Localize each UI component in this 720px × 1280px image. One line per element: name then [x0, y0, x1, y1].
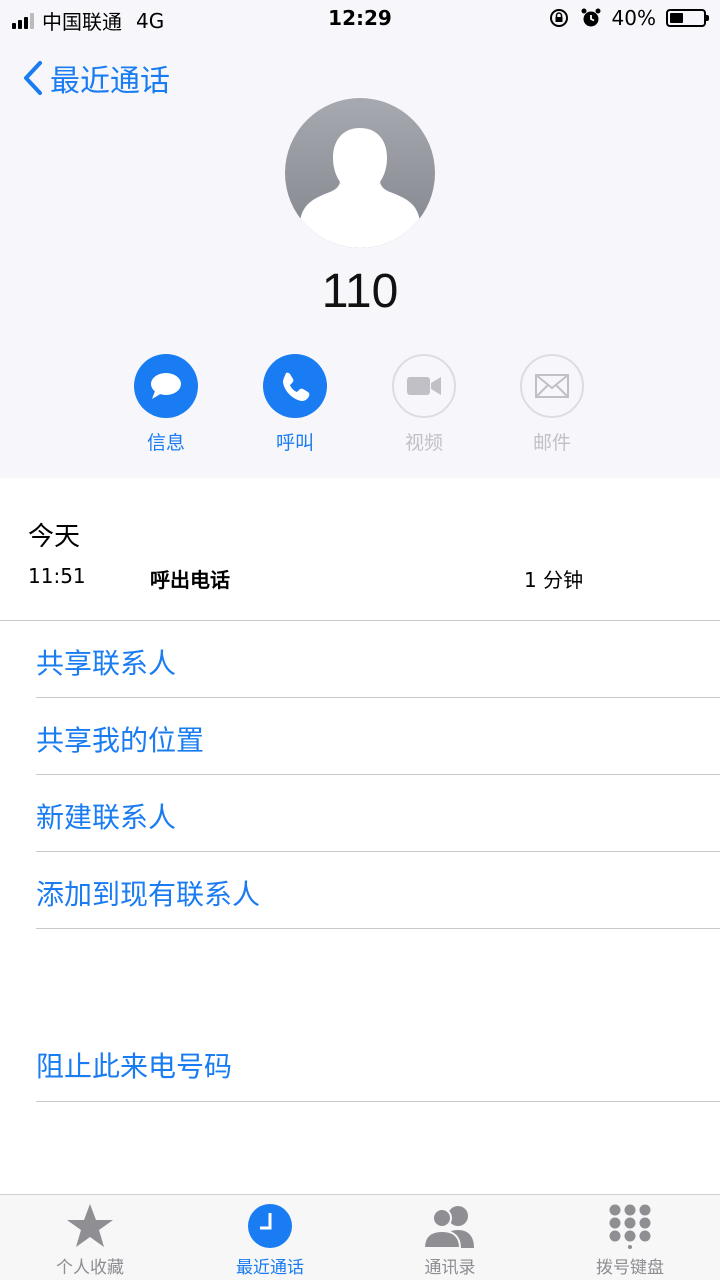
- message-action-label: 信息: [146, 432, 185, 454]
- tab-recents[interactable]: 最近通话: [180, 1195, 360, 1280]
- share-contact-option[interactable]: 共享联系人: [36, 642, 176, 682]
- contact-header: 最近通话 110 信息 呼叫 视频 邮件: [0, 36, 720, 478]
- tab-contacts[interactable]: 通讯录: [360, 1195, 540, 1280]
- add-existing-contact-option[interactable]: 添加到现有联系人: [36, 873, 260, 913]
- divider: [36, 774, 720, 775]
- tab-contacts-icon-wrap: [360, 1195, 540, 1249]
- video-action[interactable]: 视频: [374, 354, 474, 455]
- tab-keypad[interactable]: 拨号键盘: [540, 1195, 720, 1280]
- call-action-label: 呼叫: [275, 432, 314, 454]
- divider: [36, 697, 720, 698]
- new-contact-option[interactable]: 新建联系人: [36, 796, 176, 836]
- mail-action-label: 邮件: [532, 432, 571, 454]
- call-history: 今天 11:51 呼出电话 1 分钟: [0, 478, 720, 620]
- history-day: 今天: [28, 522, 81, 552]
- person-silhouette-icon: [300, 128, 420, 248]
- tab-contacts-label: 通讯录: [424, 1258, 476, 1278]
- status-bar: 中国联通 4G 12:29 40%: [0, 0, 720, 36]
- share-location-option[interactable]: 共享我的位置: [36, 719, 204, 759]
- tab-recents-icon-wrap: [180, 1195, 360, 1249]
- tab-favorites-label: 个人收藏: [56, 1258, 124, 1278]
- clock-icon: [248, 1204, 292, 1248]
- back-button[interactable]: 最近通话: [22, 56, 170, 100]
- call-time: 11:51: [28, 564, 86, 588]
- tab-recents-label: 最近通话: [236, 1258, 304, 1278]
- call-duration: 1 分钟: [524, 568, 584, 592]
- video-action-circle: [392, 354, 456, 418]
- divider: [0, 620, 720, 621]
- message-icon: [151, 373, 181, 399]
- call-type: 呼出电话: [150, 568, 230, 592]
- battery-percent: 40%: [611, 6, 656, 30]
- tab-keypad-label: 拨号键盘: [596, 1258, 664, 1278]
- tab-favorites-icon-wrap: [0, 1195, 180, 1249]
- divider: [36, 928, 720, 929]
- block-caller-option[interactable]: 阻止此来电号码: [36, 1045, 232, 1085]
- message-action-circle: [134, 354, 198, 418]
- tab-favorites[interactable]: 个人收藏: [0, 1195, 180, 1280]
- contacts-icon: [422, 1206, 474, 1248]
- video-action-label: 视频: [404, 432, 443, 454]
- chevron-left-icon: [24, 61, 42, 95]
- contact-name: 110: [321, 265, 399, 318]
- star-icon: [67, 1204, 113, 1247]
- mail-icon: [535, 374, 569, 398]
- back-label: 最近通话: [50, 64, 170, 99]
- mail-action-circle: [520, 354, 584, 418]
- keypad-icon: [609, 1204, 651, 1249]
- message-action[interactable]: 信息: [116, 354, 216, 455]
- mail-action[interactable]: 邮件: [502, 354, 602, 455]
- alarm-icon: [581, 8, 601, 27]
- video-icon: [407, 377, 441, 395]
- tab-bar: 个人收藏 最近通话 通讯录 拨号键盘: [0, 1194, 720, 1280]
- status-right: 40%: [548, 6, 709, 30]
- phone-icon: [283, 372, 310, 401]
- call-action[interactable]: 呼叫: [245, 354, 345, 455]
- battery-icon: [666, 9, 709, 27]
- rotation-lock-icon: [549, 9, 568, 27]
- divider: [36, 1101, 720, 1102]
- divider: [36, 851, 720, 852]
- call-action-circle: [263, 354, 327, 418]
- action-row: 信息 呼叫 视频 邮件: [0, 354, 720, 464]
- avatar: [285, 98, 435, 248]
- tab-keypad-icon-wrap: [540, 1195, 720, 1249]
